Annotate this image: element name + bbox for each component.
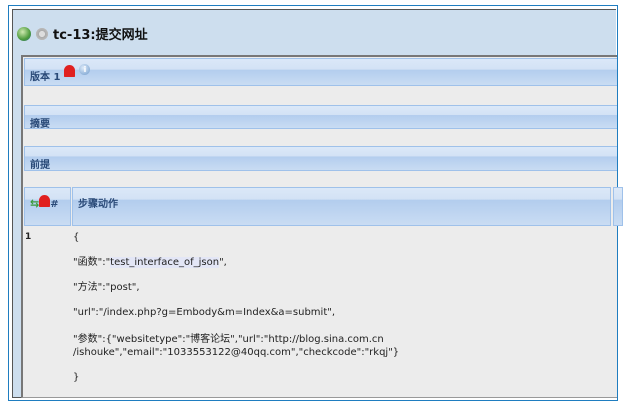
page-title: tc-13:提交网址 (53, 28, 148, 43)
shuffle-icon[interactable]: ⇆ (30, 197, 39, 210)
testcase-title-bar: tc-13:提交网址 (17, 24, 148, 43)
step-line: "url":"/index.php?g=Embody&m=Index&a=sub… (73, 307, 336, 318)
info-icon[interactable]: i (79, 64, 91, 75)
column-header-number[interactable]: ⇆ # (24, 187, 71, 226)
step-line: "函数":"test_interface_of_json", (73, 256, 227, 269)
ghost-icon[interactable] (64, 65, 76, 77)
summary-label: 摘要 (30, 119, 50, 130)
precondition-label: 前提 (30, 160, 50, 171)
testcase-frame: tc-13:提交网址 版本 1 i 摘要 前提 ⇆ # 步骤动作 1 { "函数"… (12, 9, 623, 398)
testcase-panel: 版本 1 i 摘要 前提 ⇆ # 步骤动作 1 { "函数":"test_inte… (21, 55, 623, 398)
version-header: 版本 1 i (24, 58, 617, 86)
step-text: "函数":" (73, 257, 111, 268)
step-line: { (73, 232, 80, 243)
precondition-header: 前提 (24, 146, 617, 171)
summary-header: 摘要 (24, 105, 617, 130)
step-text-highlight: test_interface_of_json (110, 257, 220, 268)
step-line: } (73, 372, 80, 383)
step-action-label: 步骤动作 (78, 199, 118, 210)
step-text: ", (219, 257, 227, 268)
step-line: "方法":"post", (73, 282, 140, 293)
hash-label: # (50, 199, 59, 210)
ghost-icon[interactable] (39, 195, 51, 207)
column-header-step-action[interactable]: 步骤动作 (72, 187, 611, 226)
row-number: 1 (25, 232, 32, 242)
version-label: 版本 1 (30, 72, 61, 83)
column-header-extra[interactable] (613, 187, 623, 226)
gear-icon[interactable] (35, 26, 49, 41)
step-line: /ishouke","email":"1033553122@40qq.com",… (73, 347, 400, 358)
step-line: "参数":{"websitetype":"博客论坛","url":"http:/… (73, 334, 384, 345)
globe-icon[interactable] (17, 26, 31, 41)
